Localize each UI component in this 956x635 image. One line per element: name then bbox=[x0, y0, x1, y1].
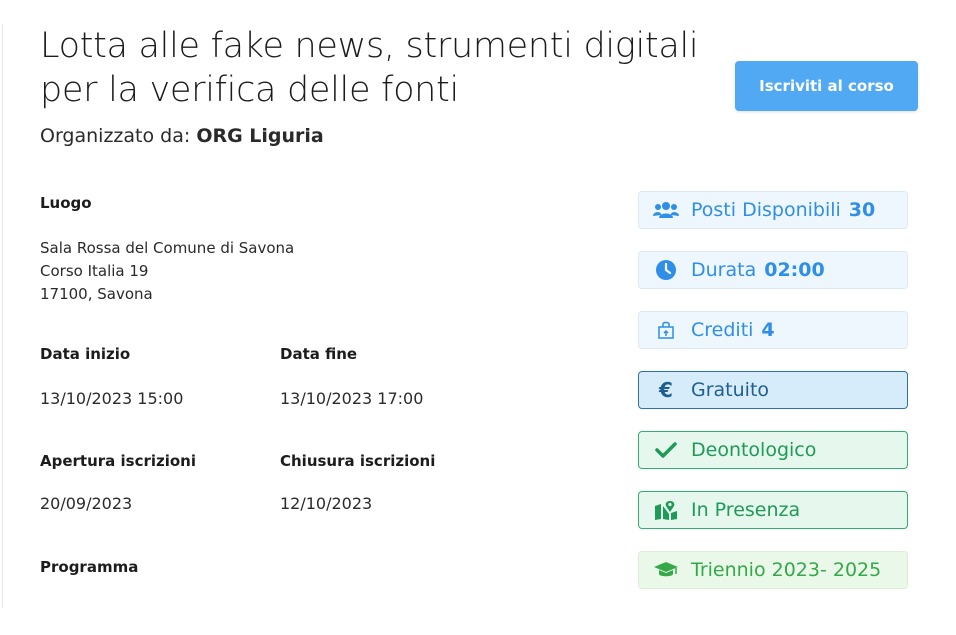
location-address: Sala Rossa del Comune di Savona Corso It… bbox=[40, 237, 294, 306]
registration-open-label: Apertura iscrizioni bbox=[40, 452, 197, 470]
title-line-1: Lotta alle fake news, strumenti digitali bbox=[40, 26, 699, 66]
seats-badge: Posti Disponibili 30 bbox=[638, 191, 908, 229]
credits-badge: Crediti 4 bbox=[638, 311, 908, 349]
seats-value: 30 bbox=[848, 199, 876, 221]
seats-label: Posti Disponibili bbox=[691, 199, 841, 221]
graduation-cap-icon bbox=[653, 559, 679, 581]
program-label: Programma bbox=[40, 558, 139, 576]
triennium-badge: Triennio 2023- 2025 bbox=[638, 551, 908, 589]
enroll-button[interactable]: Iscriviti al corso bbox=[735, 61, 918, 111]
organizer-prefix: Organizzato da: bbox=[40, 125, 191, 147]
duration-label: Durata bbox=[691, 259, 757, 281]
registration-close-label: Chiusura iscrizioni bbox=[280, 452, 436, 470]
registration-open-value: 20/09/2023 bbox=[40, 494, 133, 513]
location-line: 17100, Savona bbox=[40, 285, 153, 303]
start-date-label: Data inizio bbox=[40, 345, 131, 363]
check-icon bbox=[653, 439, 679, 461]
credits-value: 4 bbox=[761, 319, 775, 341]
deontological-badge: Deontologico bbox=[638, 431, 908, 469]
location-label: Luogo bbox=[40, 194, 92, 212]
title-line-2: per la verifica delle fonti bbox=[40, 70, 459, 110]
free-badge: € Gratuito bbox=[638, 371, 908, 409]
end-date-label: Data fine bbox=[280, 345, 358, 363]
location-line: Sala Rossa del Comune di Savona bbox=[40, 239, 295, 257]
location-line: Corso Italia 19 bbox=[40, 262, 149, 280]
free-label: Gratuito bbox=[691, 379, 770, 401]
triennium-label: Triennio 2023- 2025 bbox=[691, 559, 882, 581]
in-person-label: In Presenza bbox=[691, 499, 801, 521]
duration-value: 02:00 bbox=[764, 259, 825, 281]
organizer-name[interactable]: ORG Liguria bbox=[196, 125, 323, 147]
organizer: Organizzato da: ORG Liguria bbox=[40, 125, 324, 147]
page-title: Lotta alle fake news, strumenti digitali… bbox=[40, 24, 720, 112]
left-divider bbox=[2, 24, 3, 608]
deontological-label: Deontologico bbox=[691, 439, 817, 461]
clock-icon bbox=[653, 259, 679, 281]
users-icon bbox=[653, 199, 679, 221]
map-icon bbox=[653, 499, 679, 521]
in-person-badge: In Presenza bbox=[638, 491, 908, 529]
bag-icon bbox=[653, 319, 679, 341]
credits-label: Crediti bbox=[691, 319, 754, 341]
registration-close-value: 12/10/2023 bbox=[280, 494, 373, 513]
euro-icon: € bbox=[659, 378, 673, 402]
end-date-value: 13/10/2023 17:00 bbox=[280, 389, 424, 408]
duration-badge: Durata 02:00 bbox=[638, 251, 908, 289]
start-date-value: 13/10/2023 15:00 bbox=[40, 389, 184, 408]
